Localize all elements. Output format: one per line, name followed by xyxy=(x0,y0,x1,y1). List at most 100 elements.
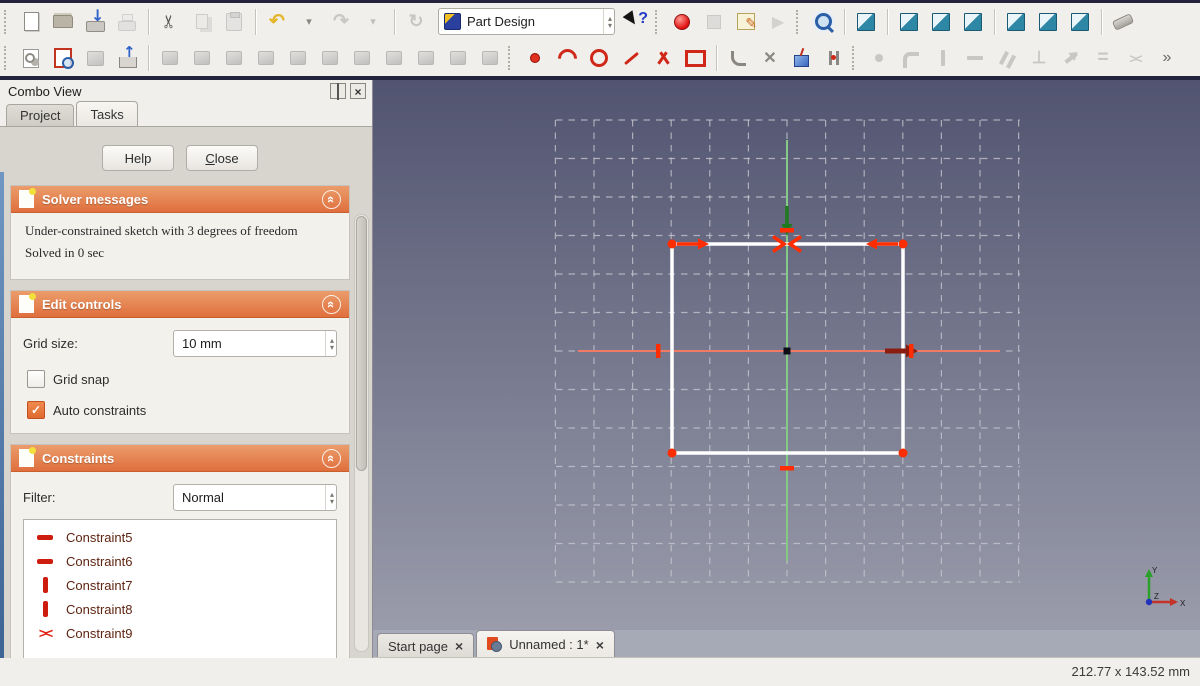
macro-record-button[interactable] xyxy=(667,7,697,37)
help-button[interactable]: Help xyxy=(102,145,174,171)
collapse-icon[interactable] xyxy=(322,448,341,468)
vertex-bottom-left[interactable] xyxy=(667,448,677,458)
edit-controls-header[interactable]: Edit controls xyxy=(11,291,349,318)
constraint-list-item[interactable]: Constraint6 xyxy=(24,549,336,573)
new-document-button[interactable] xyxy=(16,7,46,37)
open-document-button[interactable] xyxy=(48,7,78,37)
undo-menu-button[interactable] xyxy=(294,7,324,37)
vertex-bottom-right[interactable] xyxy=(898,448,908,458)
undo-button[interactable] xyxy=(262,7,292,37)
create-polyline-button[interactable] xyxy=(648,43,678,73)
vertical-constraint-marker-right[interactable] xyxy=(909,344,914,358)
workbench-label: Part Design xyxy=(467,14,535,29)
constraint-list[interactable]: Constraint5 Constraint6 Constraint7 Constra… xyxy=(23,519,337,658)
gray3d-icon xyxy=(157,45,183,71)
create-arc-button[interactable] xyxy=(552,43,582,73)
leave-sketch-button[interactable] xyxy=(112,43,142,73)
view-bottom-button[interactable] xyxy=(1033,7,1063,37)
document-tab-unnamed-1[interactable]: Unnamed : 1* × xyxy=(476,630,615,658)
section-title: Edit controls xyxy=(42,296,122,312)
panel-float-button[interactable] xyxy=(330,83,346,99)
sketch-view-icon xyxy=(50,45,76,71)
constrain-point-on-object-button xyxy=(896,43,926,73)
macro-edit-button[interactable] xyxy=(731,7,761,37)
trim-icon xyxy=(757,45,783,71)
view-axonometric-button[interactable] xyxy=(851,7,881,37)
origin-point[interactable] xyxy=(783,347,791,355)
print-icon xyxy=(114,9,140,35)
create-sketch-button[interactable] xyxy=(16,43,46,73)
arc-icon xyxy=(554,45,580,71)
panel-scrollbar[interactable] xyxy=(354,214,369,652)
create-point-button[interactable] xyxy=(520,43,550,73)
cut-button[interactable] xyxy=(155,7,185,37)
create-sketch-fillet-button[interactable] xyxy=(723,43,753,73)
create-rectangle-button[interactable] xyxy=(680,43,710,73)
tab-project[interactable]: Project xyxy=(6,104,75,126)
view-top-button[interactable] xyxy=(926,7,956,37)
vertex-top-right[interactable] xyxy=(898,239,908,249)
refresh-button xyxy=(401,7,431,37)
constraint-list-item[interactable]: Constraint9 xyxy=(24,621,336,645)
grid-size-select[interactable]: 10 mm ▴ ▾ xyxy=(173,330,337,357)
cut-icon xyxy=(157,9,183,35)
macro-play-icon xyxy=(765,9,791,35)
collapse-icon[interactable] xyxy=(322,294,341,314)
view-rear-button[interactable] xyxy=(1001,7,1031,37)
fit-all-button[interactable] xyxy=(808,7,838,37)
view-sketch-button[interactable] xyxy=(48,43,78,73)
create-line-button[interactable] xyxy=(616,43,646,73)
create-circle-button[interactable] xyxy=(584,43,614,73)
measure-eraser-button[interactable] xyxy=(1108,7,1138,37)
solver-messages-header[interactable]: Solver messages xyxy=(11,186,349,213)
constraint-label: Constraint9 xyxy=(66,625,133,641)
circle-icon xyxy=(586,45,612,71)
solver-message-line: Solved in 0 sec xyxy=(25,245,105,260)
view-right-button[interactable] xyxy=(958,7,988,37)
spinner-arrows-icon[interactable]: ▴ ▾ xyxy=(324,485,334,510)
constraint-list-item[interactable]: Constraint7 xyxy=(24,573,336,597)
tab-tasks[interactable]: Tasks xyxy=(76,101,138,126)
toggle-construction-button[interactable] xyxy=(819,43,849,73)
linear-pattern-button xyxy=(411,43,441,73)
collapse-icon[interactable] xyxy=(322,189,341,209)
spinner-arrows-icon[interactable]: ▴ ▾ xyxy=(602,9,612,34)
external-geometry-button[interactable] xyxy=(787,43,817,73)
cube-icon xyxy=(1035,9,1061,35)
tab-close-icon[interactable]: × xyxy=(596,637,604,653)
record-icon xyxy=(669,9,695,35)
constraint-list-item[interactable]: Constraint5 xyxy=(24,525,336,549)
horizontal-constraint-marker-bottom[interactable] xyxy=(780,466,794,471)
horizontal-constraint-marker-top[interactable] xyxy=(780,228,794,233)
view-front-button[interactable] xyxy=(894,7,924,37)
constraint-list-item[interactable]: Constraint8 xyxy=(24,597,336,621)
constraints-header[interactable]: Constraints xyxy=(11,445,349,472)
toolbar-grip xyxy=(4,46,11,70)
constrain-coincident-button xyxy=(864,43,894,73)
trim-edge-button[interactable] xyxy=(755,43,785,73)
freecad-doc-icon xyxy=(487,637,503,652)
spinner-arrows-icon[interactable]: ▴ ▾ xyxy=(324,331,334,356)
panel-close-button[interactable] xyxy=(350,83,366,99)
scrollbar-thumb[interactable] xyxy=(356,216,367,471)
view-left-button[interactable] xyxy=(1065,7,1095,37)
3d-viewport[interactable]: Y X Z xyxy=(372,80,1200,630)
macro-stop-button xyxy=(699,7,729,37)
document-tab-bar: Start page × Unnamed : 1* × xyxy=(372,630,1200,658)
vertex-top-left[interactable] xyxy=(667,239,677,249)
constraint-filter-select[interactable]: Normal ▴ ▾ xyxy=(173,484,337,511)
workbench-selector[interactable]: Part Design ▴ ▾ xyxy=(438,8,615,35)
close-button[interactable]: Close xyxy=(186,145,258,171)
constrain-perpendicular-button xyxy=(1024,43,1054,73)
document-tab-start-page[interactable]: Start page × xyxy=(377,633,475,658)
vertical-constraint-marker-left[interactable] xyxy=(656,344,661,358)
c-parallel-icon xyxy=(994,45,1020,71)
toolbar-overflow-button[interactable] xyxy=(1152,43,1182,73)
macro-play-button xyxy=(763,7,793,37)
tab-close-icon[interactable]: × xyxy=(455,638,463,654)
auto-constraints-checkbox[interactable] xyxy=(27,401,45,419)
eraser-icon xyxy=(1110,9,1136,35)
grid-snap-checkbox[interactable] xyxy=(27,370,45,388)
whats-this-button[interactable] xyxy=(622,7,652,37)
save-document-button[interactable] xyxy=(80,7,110,37)
